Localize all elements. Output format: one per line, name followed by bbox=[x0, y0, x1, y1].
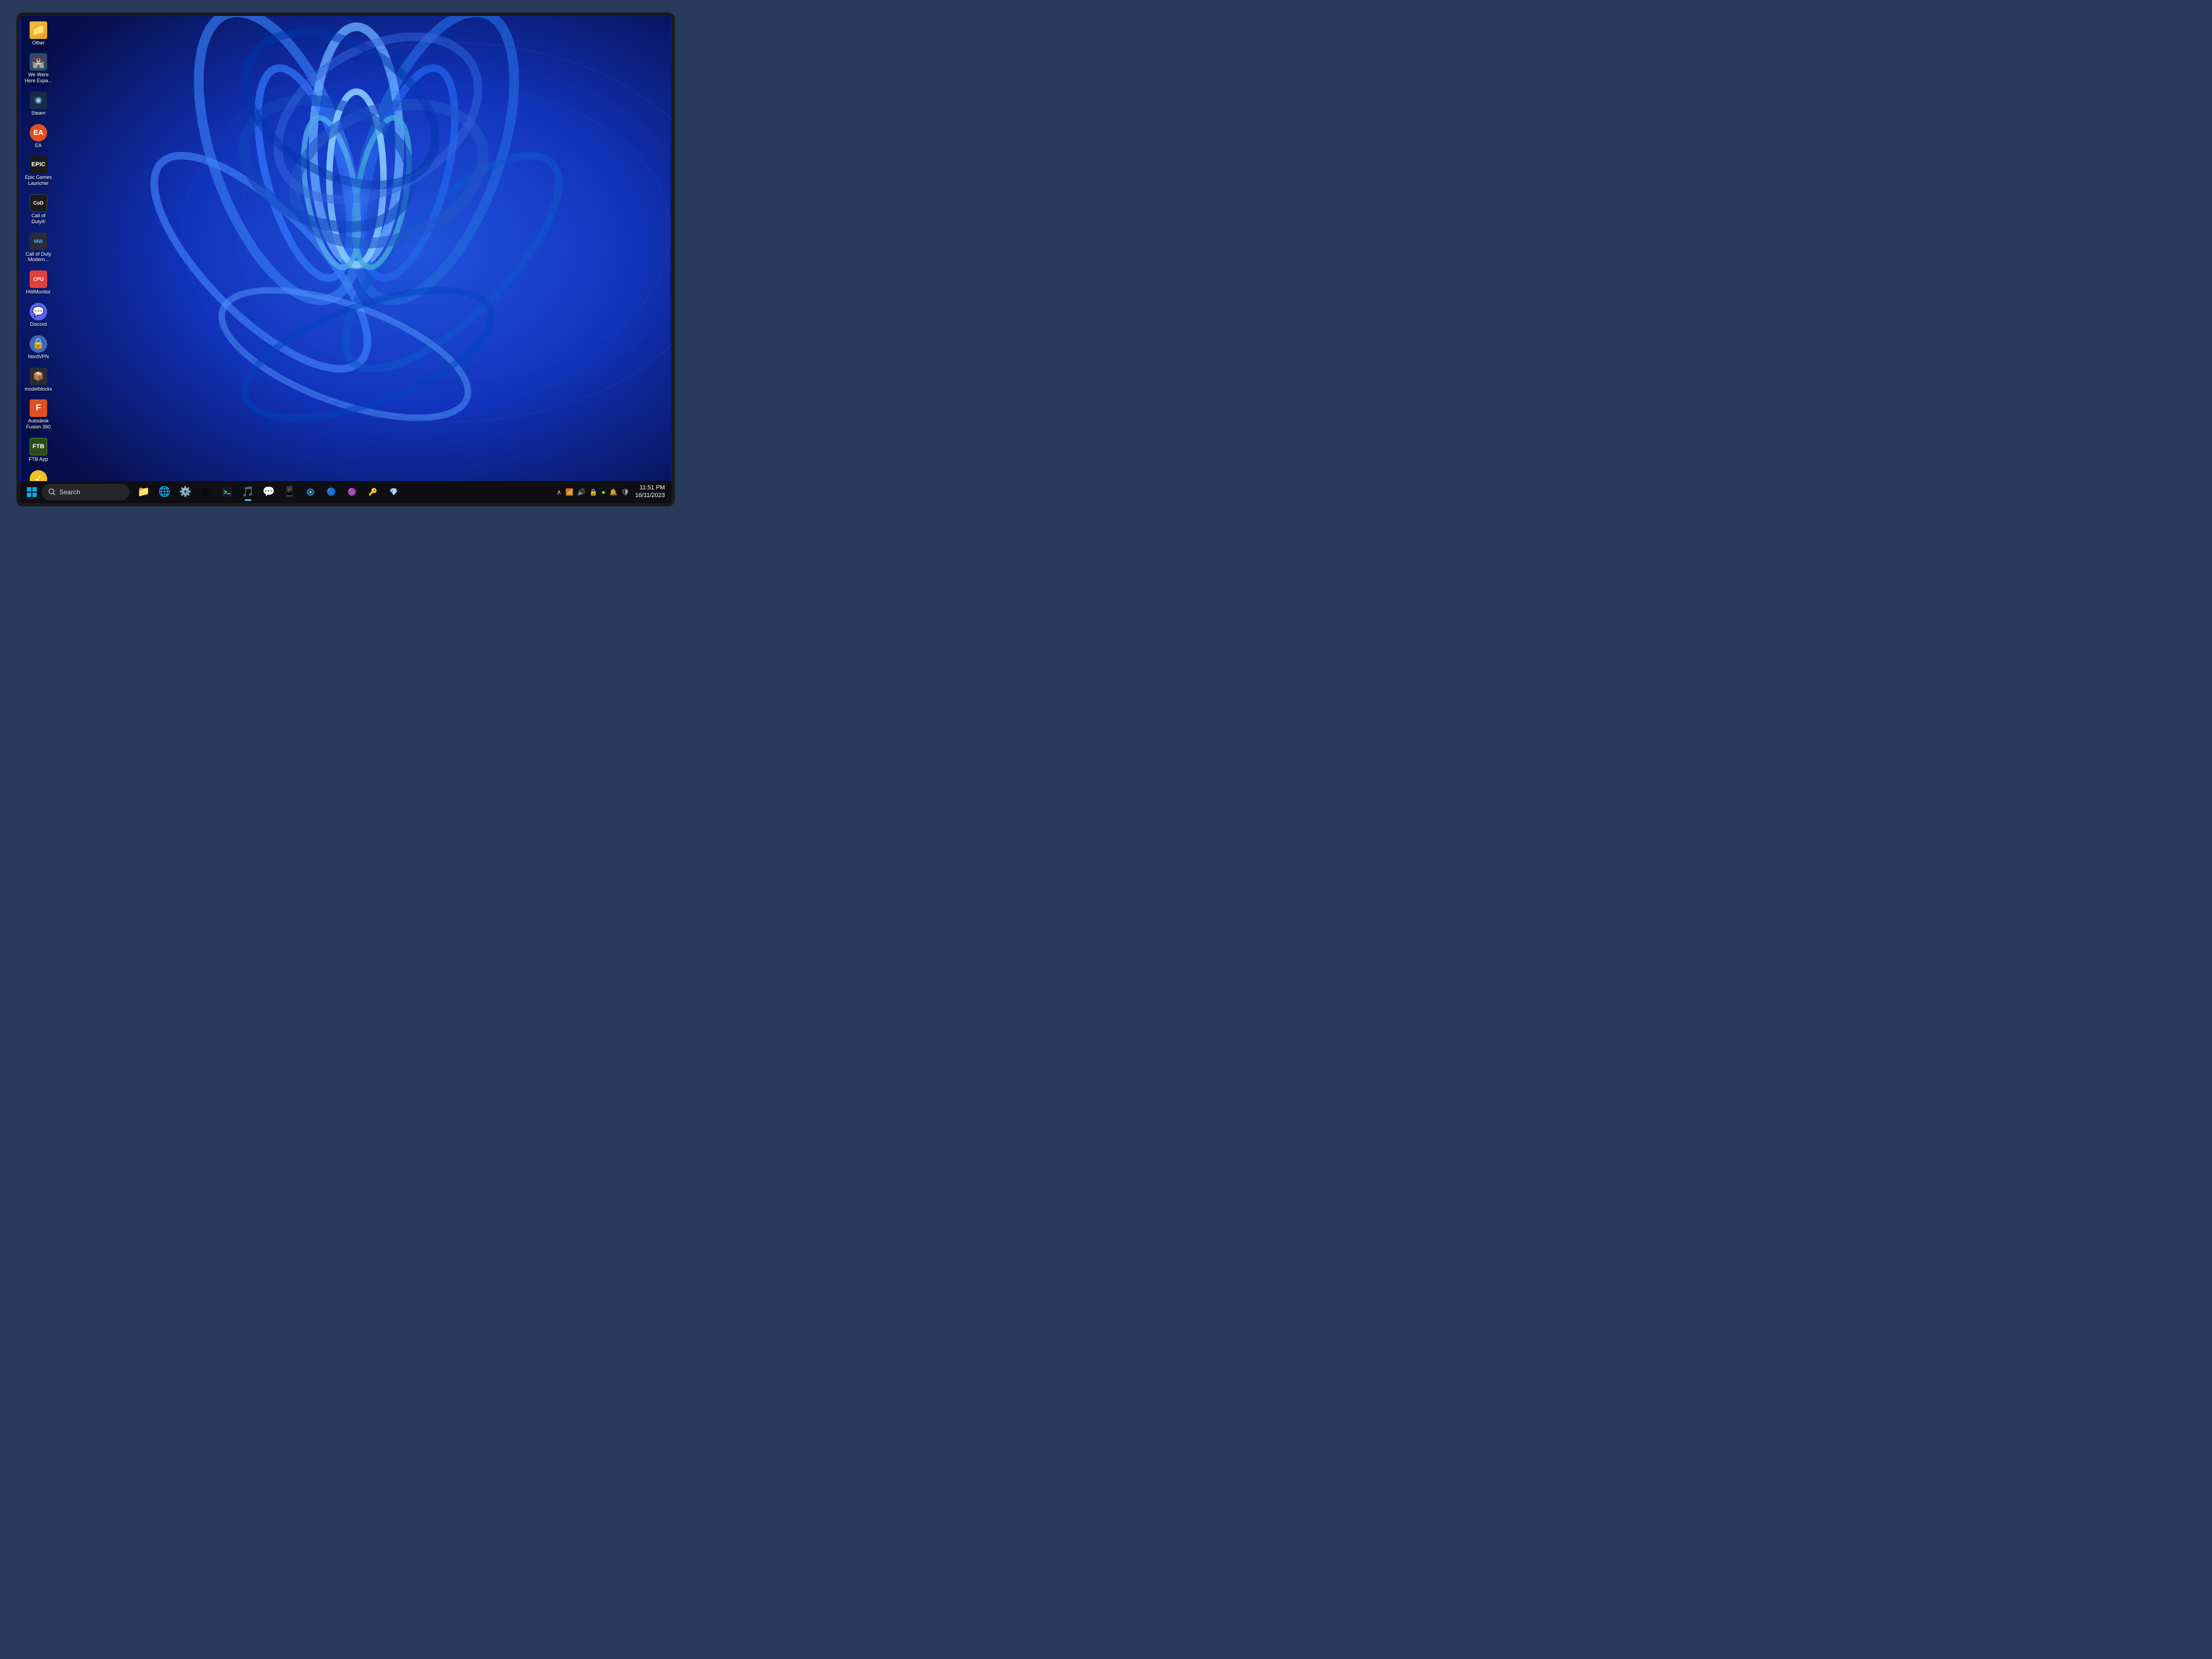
search-label: Search bbox=[59, 488, 80, 496]
windows-logo-icon bbox=[27, 487, 37, 497]
taskbar-file-explorer[interactable]: 📁 bbox=[134, 482, 154, 502]
we-were-here-label: We Were Here Expa... bbox=[24, 72, 53, 84]
taskbar-app-extra1[interactable]: 🟣 bbox=[342, 482, 362, 502]
desktop-icon-norton[interactable]: ✓ Norton Security bbox=[23, 469, 54, 481]
taskbar: Search 📁 🌐 ⚙️ 🛍 🎵 💬 📱 bbox=[20, 481, 672, 503]
desktop-icon-ea[interactable]: EA EA bbox=[23, 123, 54, 150]
steam-icon bbox=[30, 92, 47, 109]
taskbar-app-extra3[interactable]: 💎 bbox=[384, 482, 404, 502]
we-were-here-icon: 🏰 bbox=[30, 53, 47, 71]
desktop-icon-steam[interactable]: Steam bbox=[23, 91, 54, 117]
norton-icon: ✓ bbox=[30, 470, 47, 481]
desktop-icon-nordvpn[interactable]: 🔒 NordVPN bbox=[23, 334, 54, 361]
taskbar-pinned-apps: 📁 🌐 ⚙️ 🛍 🎵 💬 📱 bbox=[134, 482, 404, 502]
monitor-frame: 📁 Other 🏰 We Were Here Expa... Steam bbox=[16, 13, 675, 506]
ea-label: EA bbox=[35, 143, 42, 149]
cpuid-label: HWMonitor bbox=[26, 289, 50, 295]
ftb-icon: FTB bbox=[30, 438, 47, 455]
epic-icon: EPIC bbox=[30, 156, 47, 173]
steam-label: Steam bbox=[31, 110, 46, 116]
other-folder-label: Other bbox=[32, 40, 45, 46]
nordvpn-label: NordVPN bbox=[28, 354, 49, 360]
epic-label: Epic Games Launcher bbox=[24, 174, 53, 187]
discord-label: Discord bbox=[30, 321, 47, 328]
other-folder-icon: 📁 bbox=[30, 21, 47, 39]
wallpaper bbox=[20, 16, 672, 481]
desktop-icon-modelblocks[interactable]: 📦 modelblocks bbox=[23, 366, 54, 393]
desktop-icon-other[interactable]: 📁 Other bbox=[23, 20, 54, 47]
clock-time: 11:51 PM bbox=[640, 484, 665, 492]
discord-icon: 💬 bbox=[30, 303, 47, 320]
cod-modern-label: Call of Duty Modern... bbox=[24, 251, 53, 263]
start-button[interactable] bbox=[24, 484, 40, 500]
cpuid-icon: CPU bbox=[30, 270, 47, 288]
taskbar-settings[interactable]: ⚙️ bbox=[176, 482, 195, 502]
modelblocks-icon: 📦 bbox=[30, 368, 47, 385]
desktop-icon-discord[interactable]: 💬 Discord bbox=[23, 302, 54, 329]
system-clock[interactable]: 11:51 PM 16/11/2023 bbox=[633, 484, 667, 499]
taskbar-browser2[interactable]: 🔵 bbox=[321, 482, 341, 502]
taskbar-spotify[interactable]: 🎵 bbox=[238, 482, 258, 502]
autodesk-icon: F bbox=[30, 399, 47, 417]
taskbar-right-section: ∧ 📶 🔊 🔒 ● 🔔 🛡 11:51 PM 16/11/2023 bbox=[556, 484, 667, 499]
cod-label: Call of Duty® bbox=[24, 213, 53, 225]
ftb-label: FTB App bbox=[29, 456, 48, 462]
taskbar-app-extra2[interactable]: 🔑 bbox=[363, 482, 383, 502]
desktop-icon-autodesk[interactable]: F Autodesk Fusion 360 bbox=[23, 398, 54, 431]
desktop-icons: 📁 Other 🏰 We Were Here Expa... Steam bbox=[23, 20, 54, 481]
modelblocks-label: modelblocks bbox=[25, 386, 52, 392]
taskbar-discord[interactable]: 💬 bbox=[259, 482, 279, 502]
taskbar-store[interactable]: 🛍 bbox=[196, 482, 216, 502]
desktop-icon-cpuid[interactable]: CPU HWMonitor bbox=[23, 269, 54, 296]
system-tray: ∧ 📶 🔊 🔒 ● 🔔 🛡 bbox=[556, 487, 631, 497]
tray-green-icon[interactable]: ● bbox=[600, 487, 606, 497]
desktop-icon-ftb[interactable]: FTB FTB App bbox=[23, 437, 54, 464]
desktop-icon-we-were-here[interactable]: 🏰 We Were Here Expa... bbox=[23, 52, 54, 85]
ea-icon: EA bbox=[30, 124, 47, 142]
desktop-icon-epic[interactable]: EPIC Epic Games Launcher bbox=[23, 155, 54, 188]
tray-network-icon[interactable]: 📶 bbox=[564, 487, 574, 497]
tray-shield-icon[interactable]: 🛡 bbox=[620, 487, 631, 497]
cod-icon: CoD bbox=[30, 194, 47, 212]
desktop-icon-cod-modern[interactable]: MW Call of Duty Modern... bbox=[23, 232, 54, 264]
desktop-screen: 📁 Other 🏰 We Were Here Expa... Steam bbox=[20, 16, 672, 481]
taskbar-steam[interactable] bbox=[301, 482, 320, 502]
tray-chevron[interactable]: ∧ bbox=[556, 487, 563, 497]
taskbar-edge[interactable]: 🌐 bbox=[155, 482, 174, 502]
tray-notification-icon[interactable]: 🔔 bbox=[608, 487, 619, 497]
clock-date: 16/11/2023 bbox=[635, 492, 665, 499]
nordvpn-icon: 🔒 bbox=[30, 335, 47, 353]
desktop-icon-cod[interactable]: CoD Call of Duty® bbox=[23, 193, 54, 226]
taskbar-search-bar[interactable]: Search bbox=[42, 484, 129, 500]
taskbar-terminal[interactable] bbox=[217, 482, 237, 502]
autodesk-label: Autodesk Fusion 360 bbox=[24, 418, 53, 430]
tray-volume-icon[interactable]: 🔊 bbox=[576, 487, 586, 497]
taskbar-whatsapp[interactable]: 📱 bbox=[280, 482, 300, 502]
cod-modern-icon: MW bbox=[30, 233, 47, 250]
search-icon bbox=[48, 488, 56, 496]
tray-vpn-icon[interactable]: 🔒 bbox=[588, 487, 599, 497]
